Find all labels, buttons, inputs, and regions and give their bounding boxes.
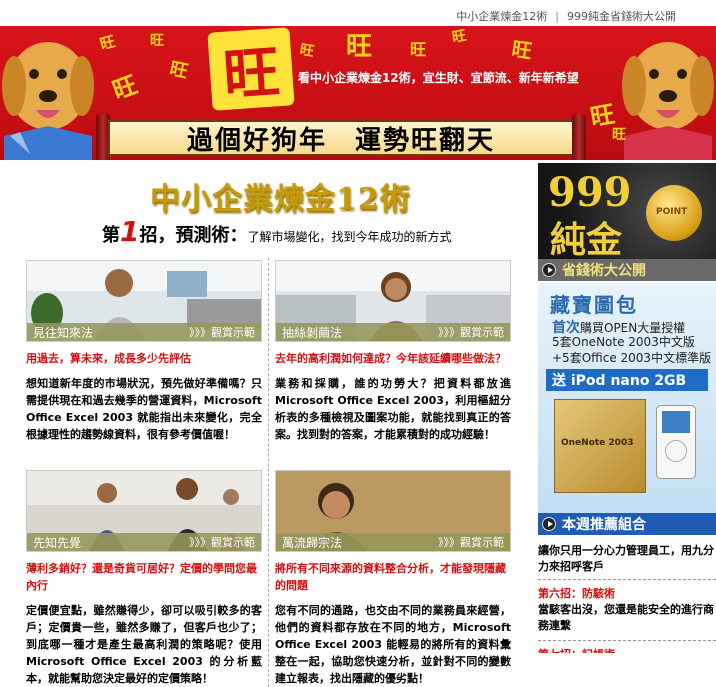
- article-tag: 先知先覺: [33, 535, 82, 550]
- article-tag: 萬流歸宗法: [282, 535, 343, 550]
- page-title: 中小企業煉金12術: [150, 182, 411, 217]
- article-card: 見往知來法 》》》觀賞示範 用過去，算未來，成長多少先評估 想知道新年度的市場狀…: [26, 260, 262, 443]
- technique-7-link[interactable]: 第七招：記帳術: [538, 647, 716, 653]
- article-headline[interactable]: 去年的高利潤如何達成？今年該延續哪些做法？: [275, 350, 511, 367]
- ad-999-number: 999: [548, 169, 632, 216]
- decor-wang-char: 旺: [150, 33, 164, 49]
- watch-demo-link[interactable]: 》》》觀賞示範: [189, 534, 255, 550]
- article-body: 您有不同的通路，也交由不同的業務員來經營，他們的資料都存放在不同的地方，Micr…: [275, 604, 511, 685]
- watch-demo-link[interactable]: 》》》觀賞示範: [189, 324, 255, 340]
- decor-wang-char: 旺: [108, 69, 141, 106]
- ipod-wheel: [665, 440, 687, 462]
- technique-6-link[interactable]: 第六招：防駭術: [538, 586, 716, 602]
- scroll-slogan: 過個好狗年 運勢旺翻天: [186, 125, 495, 156]
- article-tag: 見往知來法: [33, 325, 94, 340]
- play-arrow-icon: [542, 263, 556, 277]
- article-tag-bar: 萬流歸宗法 》》》觀賞示範: [276, 533, 510, 551]
- banner-scroll: 過個好狗年 運勢旺翻天: [96, 114, 586, 160]
- technique-subtitle: 第1招，預測術：了解市場變化，找到今年成功的新方式: [102, 215, 452, 248]
- decor-wang-char: 旺: [167, 58, 190, 83]
- article-photo[interactable]: 抽絲剝繭法 》》》觀賞示範: [275, 260, 511, 342]
- dashed-divider: [538, 640, 716, 641]
- ipod-nano-image: [656, 405, 696, 479]
- box-label: OneNote 2003: [561, 438, 634, 448]
- subtitle-description: 了解市場變化，找到今年成功的新方式: [247, 230, 452, 244]
- ad-bundle-line2: 5套OneNote 2003中文版: [552, 335, 695, 349]
- decor-wang-char: 旺: [612, 127, 626, 143]
- column-divider: [268, 258, 269, 687]
- ad-gold-text: 純金: [550, 219, 623, 261]
- technique-6-desc: 當駭客出沒，您還是能安全的進行商務連繫: [538, 603, 714, 632]
- article-photo[interactable]: 見往知來法 》》》觀賞示範: [26, 260, 262, 342]
- article-photo[interactable]: 先知先覺 》》》觀賞示範: [26, 470, 262, 552]
- article-body: 想知道新年度的市場狀況，預先做好準備嗎？只需提供現在和過去幾季的營運資料，Mic…: [26, 377, 262, 441]
- decor-wang-char: 旺: [98, 32, 118, 54]
- technique-list-fragment: 讓你只用一分心力管理員工，用九分力來招呼客戶: [538, 544, 714, 573]
- coin-label: POINT: [656, 207, 688, 217]
- ad-999-gold[interactable]: 999 純金 POINT 省錢術大公開: [538, 163, 716, 281]
- golden-retriever-left-image: [2, 42, 94, 160]
- technique-number: 1: [120, 215, 140, 248]
- technique-list: 讓你只用一分心力管理員工，用九分力來招呼客戶 第六招：防駭術 當駭客出沒，您還是…: [538, 544, 716, 653]
- play-arrow-icon: [542, 517, 556, 531]
- ad-treasure-bundle[interactable]: 藏寶圖包 首次購買OPEN大量授權 5套OneNote 2003中文版 +5套O…: [538, 283, 716, 535]
- ad-bundle-label: 本週推薦組合: [562, 517, 646, 533]
- article-card: 抽絲剝繭法 》》》觀賞示範 去年的高利潤如何達成？今年該延續哪些做法？ 業務和採…: [275, 260, 511, 443]
- nav-link-12-techniques[interactable]: 中小企業煉金12術: [456, 10, 547, 23]
- scroll-paper: 過個好狗年 運勢旺翻天: [108, 120, 574, 156]
- big-wang-badge: 旺: [207, 27, 295, 111]
- banner-tagline: 看中小企業煉金12術，宜生財、宜節流、新年新希望: [298, 71, 579, 85]
- article-card: 先知先覺 》》》觀賞示範 薄利多銷好？還是奇貨可居好？定價的學問您最內行 定價便…: [26, 470, 262, 687]
- article-body: 業務和採購，誰的功勞大？把資料都放進Microsoft Office Excel…: [275, 377, 511, 441]
- article-tag-bar: 見往知來法 》》》觀賞示範: [27, 323, 261, 341]
- article-body: 定價便宜點，雖然賺得少，卻可以吸引較多的客戶；定價貴一些，雖然多賺了，但客戶也少…: [26, 604, 262, 685]
- ad-bundle-title: 藏寶圖包: [550, 293, 638, 317]
- ad-gold-bar[interactable]: 省錢術大公開: [538, 259, 716, 281]
- decor-wang-char: 旺: [346, 32, 373, 62]
- watch-demo-link[interactable]: 》》》觀賞示範: [438, 534, 504, 550]
- dashed-divider: [538, 579, 716, 580]
- article-headline[interactable]: 用過去，算未來，成長多少先評估: [26, 350, 262, 367]
- article-card: 萬流歸宗法 》》》觀賞示範 將所有不同來源的資料整合分析，才能發現隱藏的問題 您…: [275, 470, 511, 687]
- article-headline[interactable]: 薄利多銷好？還是奇貨可居好？定價的學問您最內行: [26, 560, 262, 594]
- article-headline[interactable]: 將所有不同來源的資料整合分析，才能發現隱藏的問題: [275, 560, 511, 594]
- ipod-screen: [662, 411, 690, 433]
- gold-coin-icon: POINT: [646, 185, 702, 241]
- ad-gold-label: 省錢術大公開: [562, 263, 646, 279]
- golden-retriever-right-image: [622, 42, 714, 160]
- article-tag: 抽絲剝繭法: [282, 325, 343, 340]
- decor-wang-char: 旺: [298, 41, 316, 61]
- decor-wang-char: 旺: [450, 27, 468, 47]
- top-nav-links: 中小企業煉金12術 | 999純金省錢術大公開: [456, 8, 676, 24]
- decor-wang-char: 旺: [510, 36, 534, 64]
- subtitle-prefix: 第: [102, 225, 120, 246]
- article-tag-bar: 先知先覺 》》》觀賞示範: [27, 533, 261, 551]
- subtitle-heading: 招，預測術：: [139, 225, 248, 246]
- top-nav: 中小企業煉金12術 | 999純金省錢術大公開: [0, 0, 716, 28]
- watch-demo-link[interactable]: 》》》觀賞示範: [438, 324, 504, 340]
- new-year-banner[interactable]: 旺 旺 旺 旺 旺 旺 旺 旺 旺 旺 旺 旺 看中小企業煉金12術，宜生財、宜…: [0, 26, 716, 160]
- scroll-rod-right: [572, 114, 586, 160]
- article-photo[interactable]: 萬流歸宗法 》》》觀賞示範: [275, 470, 511, 552]
- decor-wang-char: 旺: [410, 40, 427, 59]
- ad-bundle-line3: +5套Office 2003中文標準版: [552, 351, 712, 365]
- onenote-box-image: OneNote 2003: [554, 399, 646, 493]
- nav-link-999-gold[interactable]: 999純金省錢術大公開: [567, 10, 676, 23]
- nav-separator: |: [555, 10, 559, 23]
- ad-bundle-bar[interactable]: 本週推薦組合: [538, 513, 716, 535]
- ad-ipod-banner: 送 iPod nano 2GB: [546, 369, 708, 391]
- article-tag-bar: 抽絲剝繭法 》》》觀賞示範: [276, 323, 510, 341]
